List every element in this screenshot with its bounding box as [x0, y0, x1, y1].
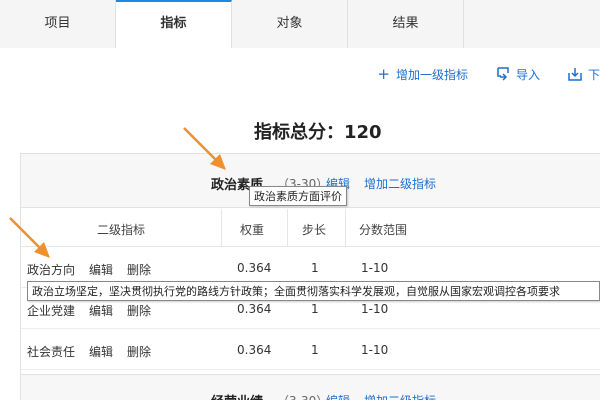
tab-indicator[interactable]: 指标 — [116, 0, 232, 48]
import-label: 导入 — [515, 67, 540, 82]
section-header-political: 政治素质 （3-30） 编辑 增加二级指标 政治素质方面评价 — [21, 154, 600, 208]
row-name: 社会责任 — [27, 345, 76, 359]
row-edit-link[interactable]: 编辑 — [89, 343, 113, 360]
tab-project[interactable]: 项目 — [0, 0, 116, 48]
add-secondary-indicator-link[interactable]: 增加二级指标 — [364, 175, 436, 192]
row-name: 企业党建 — [27, 304, 76, 318]
annotation-arrow-icon — [183, 127, 226, 170]
annotation-arrow-icon — [9, 217, 50, 258]
add-secondary-indicator-link[interactable]: 增加二级指标 — [364, 392, 436, 400]
add-primary-indicator-label: 增加一级指标 — [395, 67, 468, 82]
row-tooltip: 政治立场坚定，坚决贯彻执行党的路线方针政策；全面贯彻落实科学发展观，自觉服从国家… — [27, 281, 600, 301]
header-step: 步长 — [302, 223, 327, 237]
section-tooltip: 政治素质方面评价 — [249, 186, 347, 206]
header-divider — [287, 209, 288, 247]
row-step: 1 — [311, 261, 319, 275]
export-button[interactable]: 下 — [568, 66, 600, 83]
header-weight: 权重 — [240, 223, 265, 237]
tab-object[interactable]: 对象 — [232, 0, 348, 48]
row-delete-link[interactable]: 删除 — [127, 261, 151, 278]
row-range: 1-10 — [361, 302, 389, 316]
row-edit-link[interactable]: 编辑 — [89, 261, 113, 278]
plus-icon: + — [377, 64, 390, 83]
section-title: 经营业绩 — [211, 391, 263, 400]
table-header: 二级指标 权重 步长 分数范围 — [21, 209, 600, 247]
row-weight: 0.364 — [237, 302, 272, 316]
row-edit-link[interactable]: 编辑 — [89, 302, 113, 319]
indicator-card: 政治素质 （3-30） 编辑 增加二级指标 政治素质方面评价 二级指标 权重 步… — [20, 153, 600, 400]
section-edit-link[interactable]: 编辑 — [326, 392, 350, 400]
row-name: 政治方向 — [27, 263, 76, 277]
row-weight: 0.364 — [237, 261, 272, 275]
row-delete-link[interactable]: 删除 — [127, 343, 151, 360]
row-step: 1 — [311, 302, 319, 316]
section-header-performance: 经营业绩 （3-30） 编辑 增加二级指标 — [21, 374, 600, 400]
table-row: 社会责任 编辑 删除 0.364 1 1-10 — [21, 330, 600, 370]
row-range: 1-10 — [361, 261, 389, 275]
import-icon — [497, 67, 509, 81]
header-score-range: 分数范围 — [359, 223, 408, 237]
tab-bar: 项目 指标 对象 结果 — [0, 0, 600, 48]
header-divider — [221, 209, 222, 247]
section-range: （3-30） — [277, 392, 328, 400]
header-divider — [345, 209, 346, 247]
row-delete-link[interactable]: 删除 — [127, 302, 151, 319]
add-primary-indicator-button[interactable]: + 增加一级指标 — [377, 66, 468, 83]
row-step: 1 — [311, 343, 319, 357]
row-range: 1-10 — [361, 343, 389, 357]
tab-result[interactable]: 结果 — [348, 0, 464, 48]
row-weight: 0.364 — [237, 343, 272, 357]
toolbar: + 增加一级指标 导入 下 — [349, 64, 600, 84]
export-icon — [568, 68, 582, 81]
indicator-total: 指标总分：120 — [254, 122, 382, 143]
export-label: 下 — [587, 67, 600, 82]
header-secondary-indicator: 二级指标 — [97, 223, 146, 237]
import-button[interactable]: 导入 — [496, 66, 540, 83]
